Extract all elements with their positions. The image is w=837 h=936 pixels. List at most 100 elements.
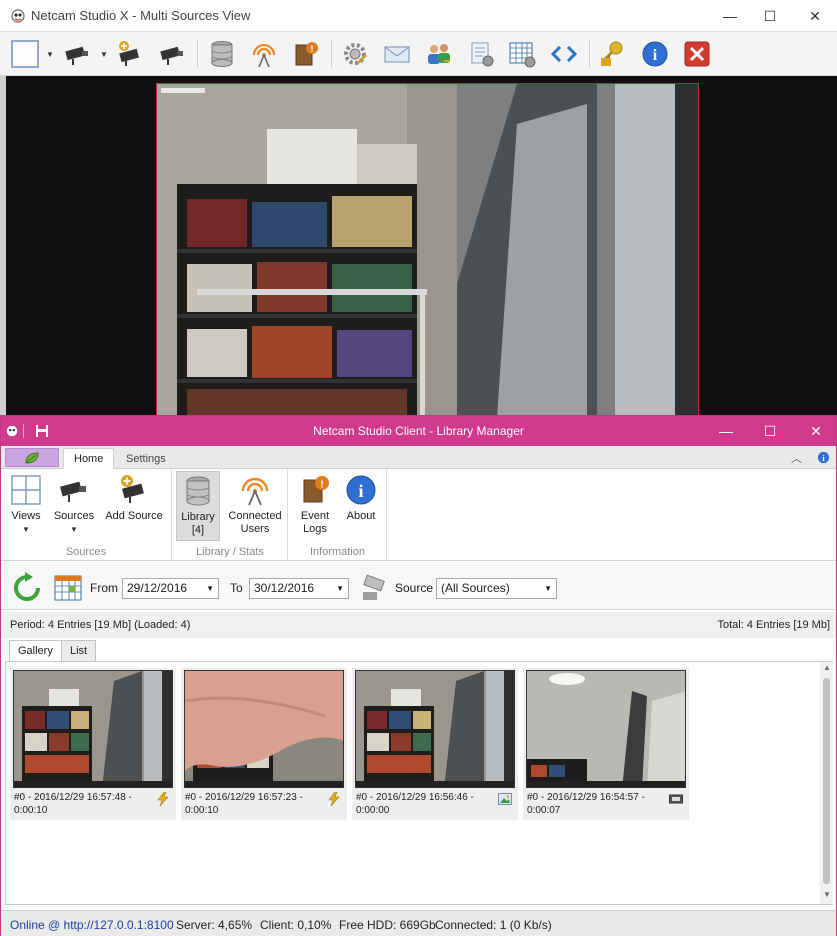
broadcast-button[interactable] (247, 37, 281, 71)
add-source-button[interactable]: Add Source (101, 471, 167, 541)
script-button[interactable] (464, 37, 498, 71)
scroll-up-icon[interactable]: ▲ (823, 663, 831, 672)
schedule-button[interactable] (505, 37, 539, 71)
tab-gallery[interactable]: Gallery (9, 640, 62, 662)
chevron-down-icon: ▼ (544, 584, 552, 593)
source-select-value: (All Sources) (441, 581, 510, 595)
view-dropdown-arrow[interactable]: ▼ (46, 50, 56, 60)
camera-button[interactable] (60, 37, 94, 71)
total-summary: Total: 4 Entries [19 Mb] (717, 619, 831, 631)
library-manager-window: Netcam Studio Client - Library Manager —… (0, 415, 837, 936)
film-icon (669, 794, 683, 804)
gallery-item[interactable]: #0 - 2016/12/29 16:57:48 - 0:00:10 (10, 668, 176, 820)
tab-home[interactable]: Home (63, 448, 115, 469)
outer-maximize-button[interactable]: ☐ (747, 0, 793, 32)
database-icon (186, 476, 210, 506)
chevron-down-icon: ▼ (206, 584, 214, 593)
sources-button[interactable]: Sources ▼ (51, 471, 97, 541)
views-button[interactable]: Views ▼ (5, 471, 47, 541)
svg-text:i: i (653, 47, 658, 64)
chevron-down-icon: ▼ (336, 584, 344, 593)
hand-scene-thumb (185, 671, 343, 787)
library-button[interactable]: Library [4] (176, 471, 220, 541)
exit-button[interactable] (680, 37, 714, 71)
ribbon-group-sources: Views ▼ Sources ▼ Add Source Sources (1, 469, 172, 561)
to-date-picker[interactable]: 30/12/2016 ▼ (249, 578, 349, 599)
settings-button[interactable] (338, 37, 372, 71)
outer-close-button[interactable]: ✕ (792, 0, 837, 32)
source-camera-icon (363, 574, 385, 600)
settings-gear-icon (344, 43, 367, 65)
code-button[interactable] (547, 37, 581, 71)
group-label-library-stats: Library / Stats (196, 546, 264, 558)
period-summary-bar: Period: 4 Entries [19 Mb] (Loaded: 4) To… (1, 612, 836, 638)
connected-count: Connected: 1 (0 Kb/s) (435, 918, 552, 932)
users-icon (428, 44, 450, 64)
recording-thumbnail (13, 670, 173, 788)
status-bar: Online @ http://127.0.0.1:8100 Server: 4… (1, 910, 836, 936)
event-log-button[interactable]: ! (289, 37, 323, 71)
source-label: Source (395, 581, 434, 595)
scroll-down-icon[interactable]: ▼ (823, 890, 831, 899)
sources-label: Sources (53, 510, 95, 522)
grid-view-icon (11, 475, 41, 505)
gallery-item[interactable]: #0 - 2016/12/29 16:57:23 - 0:00:10 (181, 668, 347, 820)
inner-maximize-button[interactable]: ☐ (747, 416, 793, 446)
about-label: About (346, 510, 376, 522)
multi-source-video-area (0, 76, 837, 416)
refresh-icon[interactable] (11, 572, 43, 604)
ceiling-scene-thumb (527, 671, 685, 787)
broadcast-icon (241, 477, 269, 506)
users-button[interactable] (422, 37, 456, 71)
collapse-ribbon-icon[interactable]: ︿ (791, 450, 802, 466)
online-status-link[interactable]: Online @ http://127.0.0.1:8100 (10, 918, 174, 932)
help-info-icon[interactable]: i (817, 451, 830, 464)
from-label: From (90, 581, 118, 595)
close-red-icon (684, 41, 710, 67)
camera-remove-icon (160, 46, 183, 65)
about-button[interactable]: i About (339, 471, 383, 541)
tab-list[interactable]: List (61, 640, 97, 662)
info-button[interactable]: i (638, 37, 672, 71)
period-summary: Period: 4 Entries [19 Mb] (Loaded: 4) (10, 619, 191, 631)
scrollbar-thumb[interactable] (823, 678, 830, 884)
camera-remove-button[interactable] (155, 37, 189, 71)
connected-users-button[interactable]: Connected Users (225, 471, 285, 541)
gallery-item[interactable]: #0 - 2016/12/29 16:54:57 - 0:00:07 (523, 668, 689, 820)
ribbon-group-information: ! Event Logs i About Information (289, 469, 387, 561)
event-log-icon: ! (303, 476, 329, 503)
ribbon-tab-bar: Home Settings ︿ i (1, 446, 836, 469)
library-count-label: [4] (191, 524, 205, 536)
group-label-information: Information (309, 546, 366, 558)
from-date-picker[interactable]: 29/12/2016 ▼ (122, 578, 219, 599)
tab-settings[interactable]: Settings (116, 448, 176, 469)
email-icon (384, 46, 410, 63)
inner-minimize-button[interactable]: — (703, 416, 749, 446)
calendar-icon[interactable] (53, 572, 85, 604)
view-layout-button[interactable] (8, 37, 42, 71)
camera-dropdown-arrow[interactable]: ▼ (100, 50, 110, 60)
email-button[interactable] (380, 37, 414, 71)
database-button[interactable] (205, 37, 239, 71)
server-usage: Server: 4,65% (176, 918, 253, 932)
office-scene-thumb (356, 671, 514, 787)
views-label: Views (11, 510, 41, 522)
key-lock-button[interactable] (596, 37, 630, 71)
gallery-scrollbar[interactable]: ▲ ▼ (820, 662, 833, 904)
add-source-label: Add Source (105, 510, 163, 522)
gallery-item[interactable]: #0 - 2016/12/29 16:56:46 - 0:00:00 (352, 668, 518, 820)
inner-close-button[interactable]: ✕ (793, 416, 837, 446)
recording-caption: #0 - 2016/12/29 16:56:46 - 0:00:00 (356, 791, 496, 817)
event-logs-button[interactable]: ! Event Logs (293, 471, 337, 541)
source-select[interactable]: (All Sources) ▼ (436, 578, 557, 599)
camera-live-view[interactable] (156, 83, 699, 416)
toolbar-separator (589, 40, 590, 68)
recording-timestamp: #0 - 2016/12/29 16:57:48 - (14, 792, 132, 803)
add-camera-button[interactable] (113, 37, 147, 71)
recording-timestamp: #0 - 2016/12/29 16:57:23 - (185, 792, 303, 803)
outer-window-title: Netcam Studio X - Multi Sources View (31, 8, 251, 23)
application-menu-button[interactable] (5, 448, 59, 467)
group-label-sources: Sources (65, 546, 107, 558)
recording-thumbnail (184, 670, 344, 788)
script-icon (471, 42, 494, 67)
